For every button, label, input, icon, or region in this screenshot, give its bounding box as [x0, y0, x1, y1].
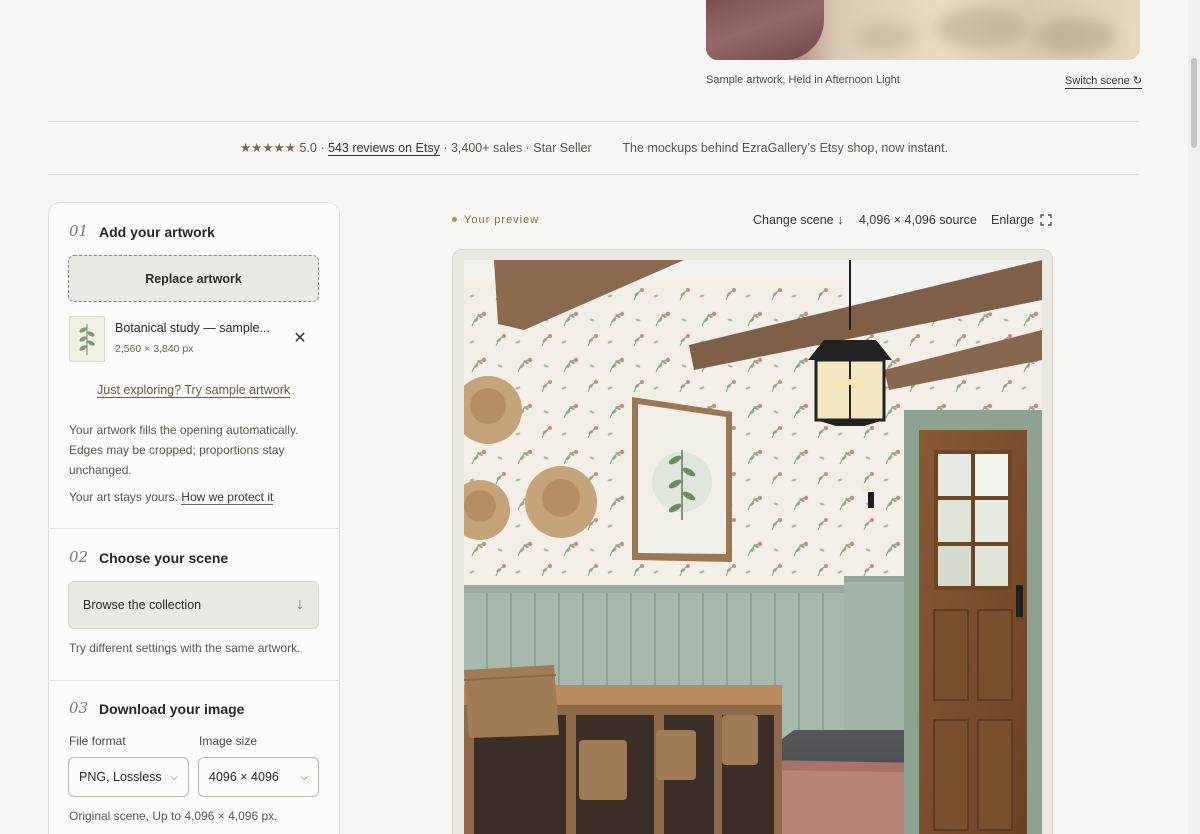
privacy-link[interactable]: How we protect it	[181, 490, 274, 505]
arrow-down-icon: ↓	[296, 596, 304, 613]
divider	[48, 174, 1139, 175]
step-title: Add your artwork	[99, 224, 215, 240]
image-size-label: Image size	[199, 734, 258, 748]
preview-label: Your preview	[452, 214, 539, 226]
file-format-label: File format	[69, 734, 126, 748]
artwork-thumbnail	[69, 316, 105, 362]
sales-stats: · 3,400+ sales · Star Seller	[443, 141, 592, 155]
privacy-text: Your art stays yours.	[69, 490, 178, 504]
step-number: 03	[69, 699, 89, 717]
browse-collection-button[interactable]: Browse the collection ↓	[68, 581, 319, 629]
expand-icon[interactable]	[1040, 214, 1052, 226]
enlarge-button[interactable]: Enlarge	[991, 213, 1034, 227]
artwork-file-name: Botanical study — sample...	[115, 321, 270, 335]
step-number: 01	[69, 222, 89, 240]
source-resolution: 4,096 × 4,096 source	[859, 213, 977, 227]
artwork-file-dimensions: 2,560 × 3,840 px	[115, 343, 194, 355]
step-number: 02	[69, 548, 89, 566]
tagline: The mockups behind EzraGallery’s Etsy sh…	[622, 141, 949, 155]
trust-bar: ★★★★★ 5.0 · 543 reviews on Etsy · 3,400+…	[0, 140, 1188, 156]
status-dot-icon	[452, 216, 457, 222]
try-sample-artwork-link[interactable]: Just exploring? Try sample artwork	[97, 383, 291, 398]
image-size-value: 4096 × 4096	[209, 770, 279, 784]
browse-label: Browse the collection	[83, 598, 202, 612]
replace-artwork-button[interactable]: Replace artwork	[68, 255, 319, 302]
artwork-help-text: Your artwork fills the opening automatic…	[69, 423, 299, 477]
scrollbar-thumb[interactable]	[1191, 58, 1197, 148]
change-scene-link[interactable]: Change scene ↓	[753, 213, 843, 227]
botanical-icon	[79, 324, 95, 355]
file-format-value: PNG, Lossless	[79, 770, 162, 784]
chevron-down-icon: ⌵	[170, 771, 178, 783]
privacy-note: Your art stays yours. How we protect it	[69, 490, 274, 505]
rating-value: 5.0 ·	[299, 141, 325, 155]
etsy-reviews-link[interactable]: 543 reviews on Etsy	[327, 141, 440, 156]
divider	[48, 121, 1139, 122]
scene-thumbnail-image	[706, 0, 1140, 60]
step-title: Choose your scene	[99, 550, 229, 566]
file-format-select[interactable]: PNG, Lossless ⌵	[68, 757, 189, 797]
rating-stars: ★★★★★	[239, 141, 296, 155]
mockup-scene-image	[464, 260, 1042, 834]
close-icon[interactable]: ✕	[291, 330, 309, 348]
step-title: Download your image	[99, 701, 245, 717]
section-divider	[48, 680, 340, 681]
switch-scene-link[interactable]: Switch scene ↻	[1065, 74, 1143, 89]
chevron-down-icon: ⌵	[300, 771, 308, 783]
section-divider	[48, 528, 340, 529]
scene-hint: Try different settings with the same art…	[69, 641, 301, 655]
download-note: Original scene, Up to 4,096 × 4,096 px.	[69, 809, 278, 823]
image-size-select[interactable]: 4096 × 4096 ⌵	[198, 757, 319, 797]
scene-caption: Sample artwork, Held in Afternoon Light	[706, 74, 900, 86]
